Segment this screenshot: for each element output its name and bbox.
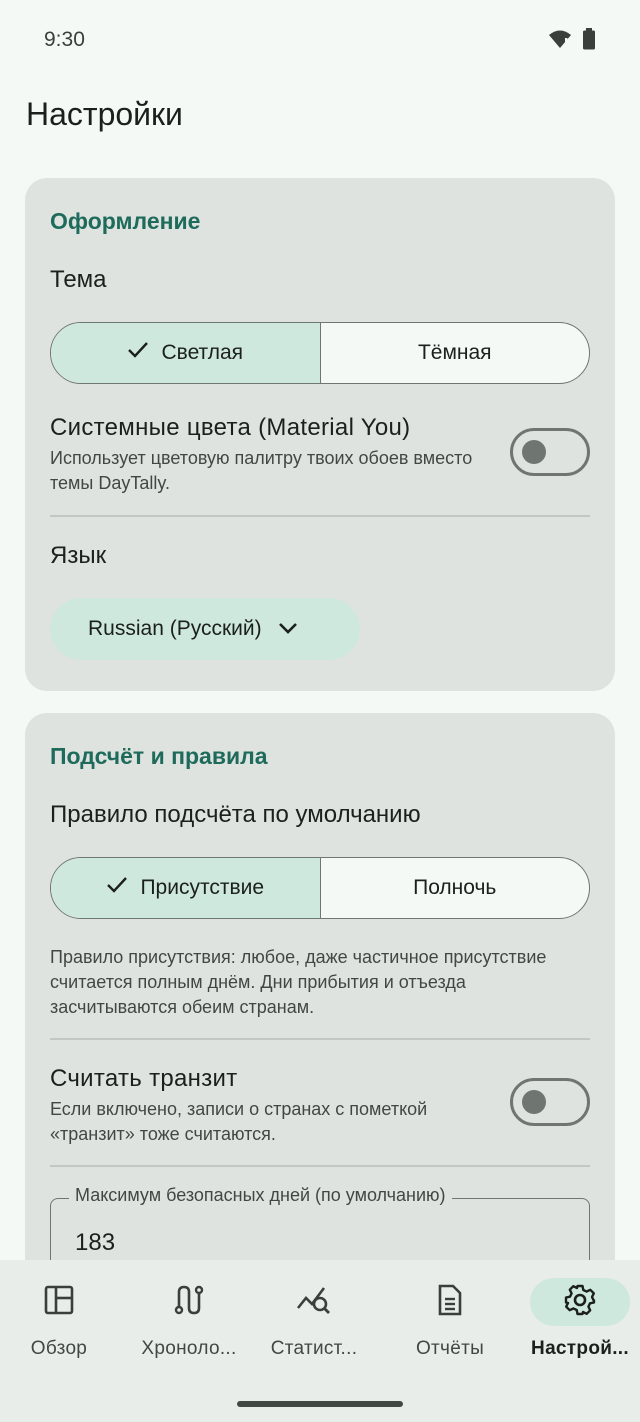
nav-item-timeline[interactable]: Хроноло... xyxy=(125,1278,253,1378)
theme-label: Тема xyxy=(50,266,107,293)
bottom-navigation: Обзор Хроноло... Статист... Отчёты Настр… xyxy=(0,1260,640,1422)
check-icon xyxy=(127,341,149,365)
timeline-icon xyxy=(173,1284,205,1321)
system-colors-toggle[interactable] xyxy=(510,428,590,476)
appearance-card: Оформление Тема Светлая Тёмная Системные… xyxy=(25,178,615,691)
system-colors-description: Использует цветовую палитру твоих обоев … xyxy=(50,448,473,493)
transit-title: Считать транзит xyxy=(50,1065,238,1092)
max-safe-days-value[interactable]: 183 xyxy=(75,1229,115,1257)
chevron-down-icon xyxy=(278,617,298,641)
stats-icon xyxy=(296,1284,332,1321)
toggle-knob xyxy=(522,1090,546,1114)
max-safe-days-label: Максимум безопасных дней (по умолчанию) xyxy=(69,1185,452,1206)
rule-option-presence-label: Присутствие xyxy=(140,876,265,899)
rule-option-midnight-label: Полночь xyxy=(413,876,497,899)
rule-segmented-control: Присутствие Полночь xyxy=(50,857,590,919)
status-time: 9:30 xyxy=(44,28,85,51)
appearance-section-title: Оформление xyxy=(50,208,201,234)
toggle-knob xyxy=(522,440,546,464)
default-rule-label: Правило подсчёта по умолчанию xyxy=(50,801,421,828)
nav-label-overview: Обзор xyxy=(30,1338,88,1359)
system-colors-title: Системные цвета (Material You) xyxy=(50,414,411,441)
theme-option-dark-label: Тёмная xyxy=(417,341,492,364)
nav-item-settings[interactable]: Настрой... xyxy=(516,1278,640,1378)
nav-item-statistics[interactable]: Статист... xyxy=(250,1278,378,1378)
nav-item-overview[interactable]: Обзор xyxy=(0,1278,123,1378)
theme-option-light[interactable]: Светлая xyxy=(51,323,321,383)
nav-label-statistics: Статист... xyxy=(270,1338,358,1359)
status-bar: 9:30 xyxy=(0,0,640,80)
divider xyxy=(50,1165,590,1167)
theme-option-light-label: Светлая xyxy=(161,341,244,364)
rule-option-presence[interactable]: Присутствие xyxy=(51,858,321,918)
theme-option-dark[interactable]: Тёмная xyxy=(321,323,590,383)
theme-segmented-control: Светлая Тёмная xyxy=(50,322,590,384)
nav-label-settings: Настрой... xyxy=(531,1338,629,1359)
nav-item-reports[interactable]: Отчёты xyxy=(386,1278,514,1378)
dashboard-icon xyxy=(44,1285,74,1320)
language-label: Язык xyxy=(50,542,107,569)
counting-section-title: Подсчёт и правила xyxy=(50,743,268,769)
status-icons xyxy=(548,28,596,55)
page-title: Настройки xyxy=(26,96,183,132)
gesture-handle[interactable] xyxy=(237,1401,403,1407)
language-dropdown[interactable]: Russian (Русский) xyxy=(50,598,360,660)
divider xyxy=(50,515,590,517)
document-icon xyxy=(437,1284,463,1321)
divider xyxy=(50,1038,590,1040)
nav-label-reports: Отчёты xyxy=(415,1338,485,1359)
rule-option-midnight[interactable]: Полночь xyxy=(321,858,590,918)
transit-description: Если включено, записи о странах с пометк… xyxy=(50,1099,428,1144)
battery-icon xyxy=(582,28,596,55)
check-icon xyxy=(106,876,128,900)
nav-label-timeline: Хроноло... xyxy=(141,1338,237,1359)
rule-hint: Правило присутствия: любое, даже частичн… xyxy=(50,947,547,1017)
wifi-icon xyxy=(548,28,572,55)
gear-icon xyxy=(564,1284,596,1321)
transit-toggle[interactable] xyxy=(510,1078,590,1126)
language-value: Russian (Русский) xyxy=(88,617,262,640)
